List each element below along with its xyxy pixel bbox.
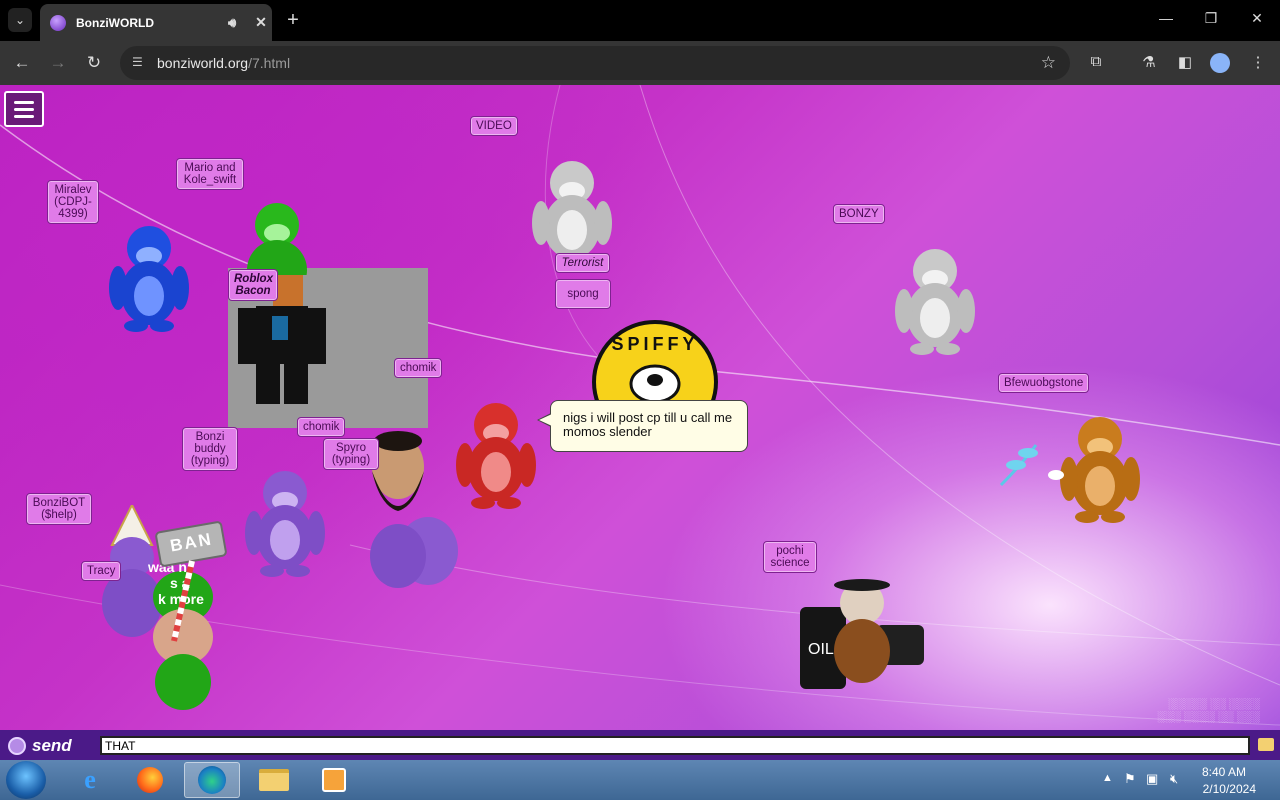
tab-strip: ⌄ BonziWORLD 🔊︎ ✕ + — ❐ ✕ — [0, 0, 1280, 41]
send-label: send — [32, 736, 72, 755]
name-tag-roblox-bacon[interactable]: Roblox Bacon — [228, 269, 278, 301]
action-center-flag-icon[interactable]: ⚑ — [1124, 771, 1136, 787]
taskbar-firefox-icon[interactable] — [122, 762, 178, 798]
new-tab-button[interactable]: + — [282, 9, 304, 32]
network-icon[interactable]: ▣ — [1146, 771, 1158, 787]
name-tag-bonzi-buddy[interactable]: Bonzi buddy (typing) — [182, 427, 238, 471]
browser-toolbar: ← → ↻ ☰ bonziworld.org/7.html ☆ ⧉ ⚗ ◧ ⋮ — [0, 41, 1280, 85]
address-bar[interactable]: ☰ bonziworld.org/7.html ☆ — [120, 46, 1070, 80]
back-button[interactable]: ← — [11, 53, 33, 73]
speaker-icon[interactable]: 🔊︎ — [228, 15, 250, 31]
speech-bubble: nigs i will post cp till u call me momos… — [537, 400, 748, 452]
name-tag-bonzibot[interactable]: BonziBOT ($help) — [26, 493, 92, 525]
send-button[interactable]: send — [8, 735, 72, 757]
tab-search-button[interactable]: ⌄ — [8, 8, 32, 32]
name-tag-chomik-1[interactable]: chomik — [394, 358, 443, 378]
name-tag-pochi-science[interactable]: pochi science — [763, 541, 817, 573]
taskbar-media-player-icon[interactable] — [306, 762, 362, 798]
bonzi-green[interactable] — [236, 195, 318, 275]
chat-bar: send THAT — [0, 730, 1280, 760]
spiffy-logo: SPIFFY — [592, 320, 718, 410]
bonzi-silver-1[interactable] — [530, 155, 614, 265]
bonzi-purple-1[interactable] — [244, 465, 326, 579]
clock-date[interactable]: 2/10/2024 — [1203, 782, 1256, 796]
name-tag-mario[interactable]: Mario and Kole_swift — [176, 158, 244, 190]
name-tag-terrorist[interactable]: Terrorist — [555, 253, 610, 273]
folder-icon[interactable] — [1258, 738, 1274, 751]
hamburger-menu-button[interactable] — [4, 91, 44, 127]
taskbar-edge-icon[interactable] — [184, 762, 240, 798]
show-hidden-icons[interactable]: ▲ — [1102, 772, 1113, 784]
bonzi-orange[interactable] — [1058, 411, 1142, 525]
taskbar-explorer-icon[interactable] — [246, 762, 302, 798]
clock-time[interactable]: 8:40 AM — [1202, 765, 1246, 779]
bonzi-face-icon — [8, 737, 26, 755]
close-window-button[interactable]: ✕ — [1245, 10, 1269, 27]
taskbar-internet-explorer-icon[interactable]: e — [62, 762, 118, 798]
start-orb-button[interactable] — [6, 761, 46, 799]
forward-button[interactable]: → — [47, 53, 69, 73]
name-tag-spong[interactable]: spong — [555, 279, 611, 309]
bonzi-favicon-icon — [50, 14, 66, 31]
bonzi-oil-sheikh[interactable] — [796, 573, 928, 693]
extensions-icon[interactable]: ⧉ — [1085, 53, 1107, 73]
reload-button[interactable]: ↻ — [83, 53, 105, 73]
spiffy-logo-text: SPIFFY — [611, 334, 699, 354]
volume-muted-icon[interactable]: 🔇︎ — [1170, 771, 1178, 787]
name-tag-miralev[interactable]: Miralev (CDPJ-4399) — [47, 180, 99, 224]
restore-button[interactable]: ❐ — [1199, 10, 1223, 27]
name-tag-video[interactable]: VIDEO — [470, 116, 518, 136]
windows-taskbar: e ▲ ⚑ ▣ 🔇︎ 8:40 AM 2/10/2024 — [0, 760, 1280, 800]
system-tray: ▲ ⚑ ▣ 🔇︎ 8:40 AM 2/10/2024 — [1080, 760, 1280, 800]
tab-title: BonziWORLD — [76, 15, 154, 30]
url-text[interactable]: bonziworld.org/7.html — [157, 55, 290, 71]
name-tag-spyro[interactable]: Spyro (typing) — [323, 438, 379, 470]
chat-input[interactable]: THAT — [100, 736, 1250, 755]
browser-menu-icon[interactable]: ⋮ — [1247, 53, 1269, 73]
name-tag-chomik-2[interactable]: chomik — [297, 417, 346, 437]
tab-bonziworld[interactable]: BonziWORLD 🔊︎ ✕ — [40, 4, 272, 41]
bonzi-blue[interactable] — [108, 218, 190, 332]
side-panel-icon[interactable]: ◧ — [1174, 53, 1196, 73]
bookmark-star-icon[interactable]: ☆ — [1041, 53, 1056, 73]
site-info-icon[interactable]: ☰ — [132, 55, 148, 71]
minimize-button[interactable]: — — [1154, 10, 1178, 26]
wallpaper-watermark: ░░░░░ ░░ ░░░░ ░░░ ░░░░ ░░ ░░░ — [1157, 698, 1260, 723]
bonziworld-room: waa n s a k more BAN OIL SPIFFY VIDEO Ma… — [0, 85, 1280, 730]
profile-avatar-icon[interactable] — [1210, 53, 1230, 73]
name-tag-tracy[interactable]: Tracy — [81, 561, 122, 581]
bonzi-silver-2[interactable] — [894, 243, 976, 355]
name-tag-bfewuobgstone[interactable]: Bfewuobgstone — [998, 373, 1090, 393]
close-tab-icon[interactable]: ✕ — [250, 14, 272, 31]
dove-branch-icon — [999, 444, 1064, 487]
labs-flask-icon[interactable]: ⚗ — [1138, 53, 1160, 73]
oil-barrel-label: OIL — [808, 641, 834, 658]
name-tag-bonzy[interactable]: BONZY — [833, 204, 885, 224]
